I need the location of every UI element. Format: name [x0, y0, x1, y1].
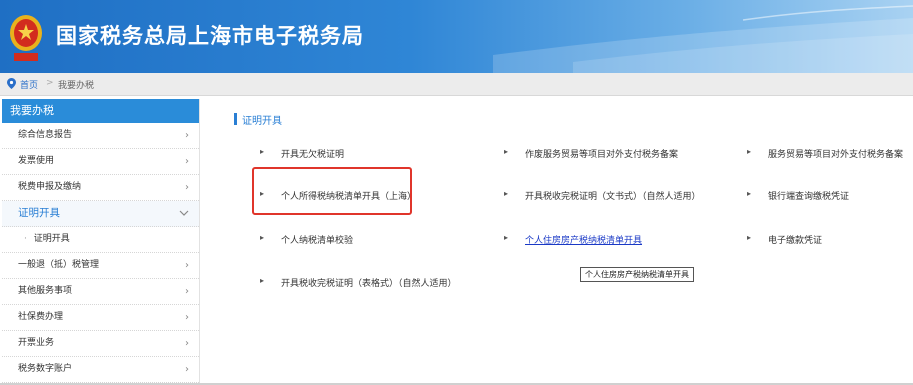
sidebar-item-certificate[interactable]: 证明开具: [2, 201, 199, 227]
sidebar-item-label: 证明开具: [33, 234, 70, 244]
chevron-right-icon: ›: [185, 260, 189, 271]
link-label: 开具税收完税证明（文书式）（自然人适用）: [525, 192, 701, 202]
sidebar-item-tax-filing[interactable]: 税费申报及缴纳 ›: [2, 175, 199, 201]
bullet-icon: ▸: [504, 233, 509, 242]
link-bank-tax-voucher-query[interactable]: ▸ 银行端查询缴税凭证: [747, 189, 850, 202]
sidebar-item-invoice-use[interactable]: 发票使用 ›: [2, 149, 199, 175]
tax-emblem-icon: [10, 15, 42, 61]
link-no-tax-arrears-cert[interactable]: ▸ 开具无欠税证明: [260, 147, 345, 160]
link-tooltip: 个人住房房产税纳税清单开具: [580, 267, 694, 282]
sidebar-item-label: 发票使用: [18, 156, 55, 166]
sidebar-item-label: 社保费办理: [18, 312, 64, 322]
chevron-right-icon: ›: [185, 130, 189, 141]
header-wave-decoration: [493, 5, 913, 73]
sidebar-item-label: 其他服务事项: [18, 286, 73, 296]
link-service-trade-filing[interactable]: ▸ 服务贸易等项目对外支付税务备案: [747, 147, 904, 160]
sidebar-item-label: 一般退（抵）税管理: [18, 260, 100, 270]
chevron-right-icon: ›: [185, 364, 189, 375]
sidebar-item-label: 税务数字账户: [18, 364, 73, 374]
breadcrumb-home-link[interactable]: 首页: [20, 78, 38, 91]
sidebar-item-social-security[interactable]: 社保费办理 ›: [2, 305, 199, 331]
section-title-label: 证明开具: [242, 116, 282, 127]
bullet-icon: ▸: [747, 189, 752, 198]
bullet-icon: ▸: [747, 147, 752, 156]
link-tax-payment-cert-table[interactable]: ▸ 开具税收完税证明（表格式）（自然人适用）: [260, 276, 457, 289]
sidebar-item-other-services[interactable]: 其他服务事项 ›: [2, 279, 199, 305]
link-label: 开具无欠税证明: [281, 150, 345, 160]
bullet-icon: ▸: [260, 233, 265, 242]
sidebar-heading: 我要办税: [2, 99, 199, 123]
link-label: 电子缴款凭证: [768, 236, 823, 246]
link-label: 个人住房房产税纳税清单开具: [525, 236, 643, 246]
sidebar-item-label: 税费申报及缴纳: [18, 182, 82, 192]
breadcrumb-separator: >: [46, 78, 54, 88]
highlight-annotation-box: [252, 167, 412, 215]
sidebar-subitem-certificate[interactable]: · 证明开具: [2, 227, 199, 253]
sidebar: 我要办税 综合信息报告 › 发票使用 › 税费申报及缴纳 › 证明开具 · 证明…: [2, 99, 200, 383]
link-personal-tax-list-verify[interactable]: ▸ 个人纳税清单校验: [260, 233, 354, 246]
section-title-bar: [234, 113, 237, 125]
link-electronic-payment-voucher[interactable]: ▸ 电子缴款凭证: [747, 233, 823, 246]
sidebar-item-label: 综合信息报告: [18, 130, 73, 140]
site-header: 国家税务总局上海市电子税务局: [0, 0, 913, 73]
bullet-icon: ▸: [260, 147, 265, 156]
sidebar-item-invoicing[interactable]: 开票业务 ›: [2, 331, 199, 357]
chevron-right-icon: ›: [185, 286, 189, 297]
link-housing-property-tax-list[interactable]: ▸ 个人住房房产税纳税清单开具: [504, 233, 643, 246]
breadcrumb: 首页 > 我要办税: [0, 73, 913, 96]
chevron-right-icon: ›: [185, 156, 189, 167]
chevron-right-icon: ›: [185, 338, 189, 349]
breadcrumb-current: 我要办税: [58, 81, 95, 91]
sidebar-item-tax-refund[interactable]: 一般退（抵）税管理 ›: [2, 253, 199, 279]
sidebar-item-digital-account[interactable]: 税务数字账户 ›: [2, 357, 199, 383]
link-label: 银行端查询缴税凭证: [768, 192, 850, 202]
chevron-right-icon: ›: [185, 182, 189, 193]
link-tax-payment-cert-document[interactable]: ▸ 开具税收完税证明（文书式）（自然人适用）: [504, 189, 701, 202]
link-void-service-trade-filing[interactable]: ▸ 作废服务贸易等项目对外支付税务备案: [504, 147, 679, 160]
sidebar-item-label: 开票业务: [18, 338, 55, 348]
sidebar-item-info-report[interactable]: 综合信息报告 ›: [2, 123, 199, 149]
main-content: 证明开具 ▸ 开具无欠税证明 ▸ 作废服务贸易等项目对外支付税务备案 ▸ 服务贸…: [200, 99, 911, 383]
chevron-down-icon: [179, 210, 189, 216]
bullet-icon: ▸: [747, 233, 752, 242]
site-title: 国家税务总局上海市电子税务局: [56, 24, 364, 48]
sidebar-item-label: 证明开具: [18, 207, 60, 219]
bullet-icon: ▸: [504, 189, 509, 198]
bullet-icon: ▸: [504, 147, 509, 156]
chevron-right-icon: ›: [185, 312, 189, 323]
bullet-icon: ▸: [260, 276, 265, 285]
link-label: 开具税收完税证明（表格式）（自然人适用）: [281, 279, 457, 289]
link-label: 个人纳税清单校验: [281, 236, 354, 246]
link-label: 作废服务贸易等项目对外支付税务备案: [525, 150, 679, 160]
location-pin-icon: [7, 78, 16, 89]
link-label: 服务贸易等项目对外支付税务备案: [768, 150, 904, 160]
section-title: 证明开具: [234, 112, 282, 127]
bullet-icon: ·: [24, 234, 27, 244]
